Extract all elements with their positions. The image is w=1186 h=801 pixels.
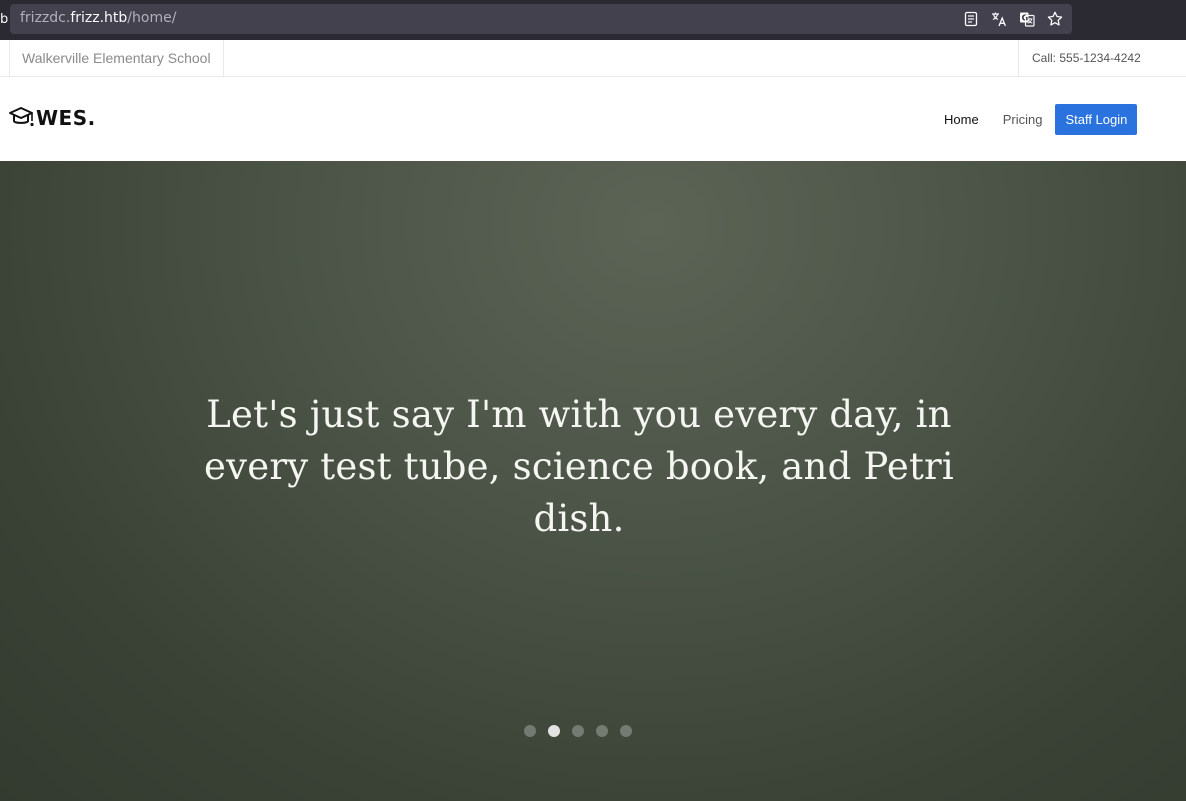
slider-dot[interactable] — [620, 725, 632, 737]
slider-dots — [524, 725, 632, 737]
staff-login-button[interactable]: Staff Login — [1055, 104, 1138, 135]
bookmark-star-icon[interactable] — [1044, 8, 1066, 30]
url-prefix: frizzdc. — [20, 10, 71, 26]
url-domain: frizz.htb — [70, 10, 128, 26]
address-bar[interactable]: frizzdc.frizz.htb/home/ G — [10, 4, 1072, 34]
main-navbar: WES. Home Pricing Staff Login — [0, 77, 1186, 161]
translate-page-icon[interactable]: G — [1016, 8, 1038, 30]
slider-dot[interactable] — [572, 725, 584, 737]
browser-toolbar: b frizzdc.frizz.htb/home/ G — [0, 0, 1186, 40]
hero-slider: Let's just say I'm with you every day, i… — [0, 161, 1186, 801]
top-info-bar: Walkerville Elementary School Call: 555-… — [0, 40, 1186, 77]
slider-dot[interactable] — [524, 725, 536, 737]
slider-dot[interactable] — [596, 725, 608, 737]
url-path: /home/ — [127, 10, 177, 26]
reader-view-icon[interactable] — [960, 8, 982, 30]
nav-menu: Home Pricing Staff Login — [930, 104, 1138, 135]
site-logo[interactable]: WES. — [8, 105, 96, 131]
translate-icon[interactable] — [988, 8, 1010, 30]
url-text[interactable]: frizzdc.frizz.htb/home/ — [20, 10, 176, 26]
tab-edge-text: b — [0, 12, 9, 27]
logo-text: WES. — [36, 106, 96, 130]
nav-link-home[interactable]: Home — [935, 104, 988, 135]
school-name: Walkerville Elementary School — [9, 40, 224, 76]
phone-number: Call: 555-1234-4242 — [1018, 40, 1141, 76]
slider-dot-active[interactable] — [548, 725, 560, 737]
nav-link-pricing[interactable]: Pricing — [994, 104, 1052, 135]
hero-quote: Let's just say I'm with you every day, i… — [204, 393, 954, 540]
graduation-cap-icon — [8, 105, 36, 131]
